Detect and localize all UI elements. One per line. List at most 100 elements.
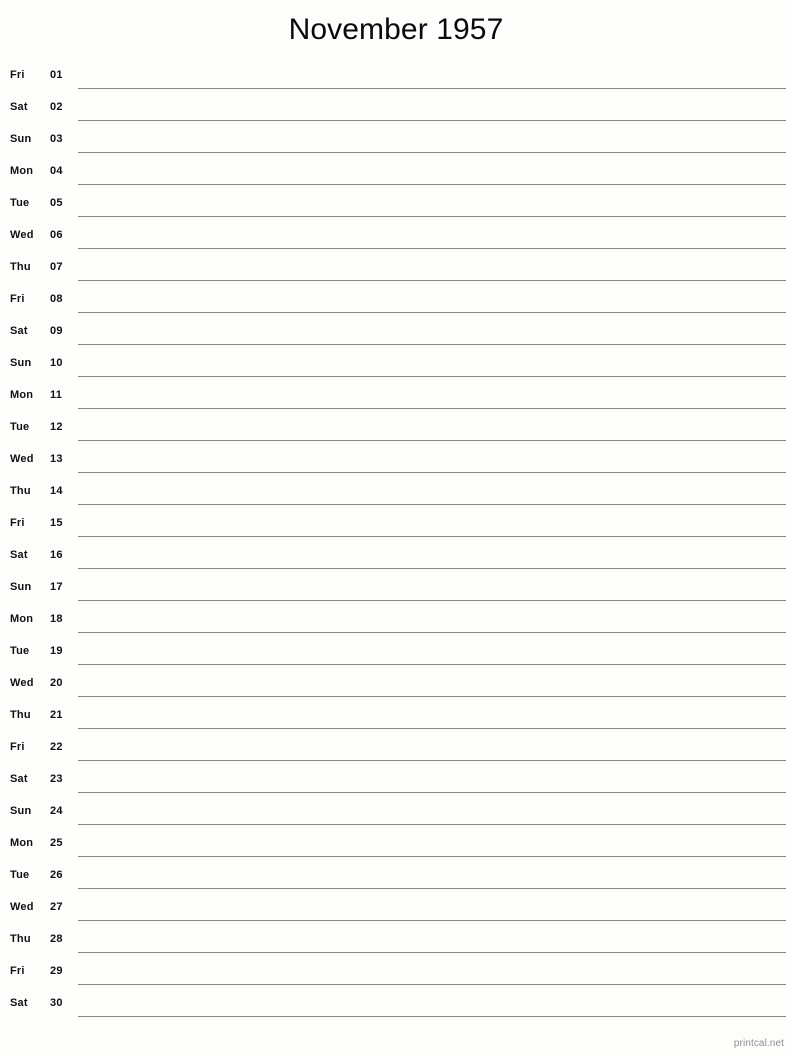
day-writing-line[interactable] (78, 696, 786, 697)
day-row[interactable]: Fri 22 (0, 734, 792, 766)
day-row[interactable]: Fri 08 (0, 286, 792, 318)
day-writing-line[interactable] (78, 824, 786, 825)
day-weekday-label: Sat (10, 325, 28, 337)
day-number-label: 24 (50, 805, 63, 817)
day-number-label: 05 (50, 197, 63, 209)
day-row[interactable]: Sat 09 (0, 318, 792, 350)
day-writing-line[interactable] (78, 856, 786, 857)
day-row[interactable]: Wed 20 (0, 670, 792, 702)
day-number-label: 23 (50, 773, 63, 785)
day-writing-line[interactable] (78, 88, 786, 89)
day-number-label: 29 (50, 965, 63, 977)
day-row[interactable]: Wed 27 (0, 894, 792, 926)
day-writing-line[interactable] (78, 792, 786, 793)
day-writing-line[interactable] (78, 120, 786, 121)
day-weekday-label: Mon (10, 389, 34, 401)
day-writing-line[interactable] (78, 664, 786, 665)
day-number-label: 12 (50, 421, 63, 433)
day-writing-line[interactable] (78, 568, 786, 569)
day-number-label: 27 (50, 901, 63, 913)
day-writing-line[interactable] (78, 472, 786, 473)
day-writing-line[interactable] (78, 312, 786, 313)
day-weekday-label: Mon (10, 165, 34, 177)
day-number-label: 19 (50, 645, 63, 657)
day-row[interactable]: Sun 10 (0, 350, 792, 382)
day-weekday-label: Tue (10, 197, 30, 209)
day-writing-line[interactable] (78, 280, 786, 281)
day-writing-line[interactable] (78, 376, 786, 377)
day-row[interactable]: Tue 26 (0, 862, 792, 894)
day-weekday-label: Thu (10, 709, 31, 721)
day-row-list: Fri 01 Sat 02 Sun 03 Mon 04 Tue 05 Wed 06 Thu 07 Fri 08… (0, 62, 792, 1022)
day-row[interactable]: Sat 23 (0, 766, 792, 798)
day-number-label: 07 (50, 261, 63, 273)
day-writing-line[interactable] (78, 536, 786, 537)
day-number-label: 28 (50, 933, 63, 945)
day-number-label: 14 (50, 485, 63, 497)
day-writing-line[interactable] (78, 728, 786, 729)
day-weekday-label: Sat (10, 773, 28, 785)
day-writing-line[interactable] (78, 248, 786, 249)
day-row[interactable]: Tue 12 (0, 414, 792, 446)
day-row[interactable]: Fri 29 (0, 958, 792, 990)
day-row[interactable]: Mon 04 (0, 158, 792, 190)
day-number-label: 06 (50, 229, 63, 241)
day-number-label: 01 (50, 69, 63, 81)
day-number-label: 20 (50, 677, 63, 689)
day-weekday-label: Tue (10, 869, 30, 881)
day-row[interactable]: Fri 01 (0, 62, 792, 94)
day-weekday-label: Fri (10, 741, 25, 753)
day-writing-line[interactable] (78, 408, 786, 409)
day-weekday-label: Sat (10, 549, 28, 561)
day-row[interactable]: Fri 15 (0, 510, 792, 542)
day-number-label: 03 (50, 133, 63, 145)
day-row[interactable]: Thu 07 (0, 254, 792, 286)
day-writing-line[interactable] (78, 216, 786, 217)
day-weekday-label: Wed (10, 677, 34, 689)
day-row[interactable]: Mon 11 (0, 382, 792, 414)
day-row[interactable]: Thu 14 (0, 478, 792, 510)
day-writing-line[interactable] (78, 600, 786, 601)
day-number-label: 21 (50, 709, 63, 721)
day-writing-line[interactable] (78, 632, 786, 633)
day-row[interactable]: Sat 02 (0, 94, 792, 126)
day-weekday-label: Wed (10, 901, 34, 913)
day-writing-line[interactable] (78, 760, 786, 761)
day-number-label: 10 (50, 357, 63, 369)
day-row[interactable]: Sat 30 (0, 990, 792, 1022)
day-row[interactable]: Sun 24 (0, 798, 792, 830)
day-writing-line[interactable] (78, 952, 786, 953)
day-writing-line[interactable] (78, 152, 786, 153)
day-writing-line[interactable] (78, 888, 786, 889)
day-row[interactable]: Sun 17 (0, 574, 792, 606)
day-writing-line[interactable] (78, 440, 786, 441)
calendar-page: November 1957 Fri 01 Sat 02 Sun 03 Mon 04 Tue 05 W… (0, 0, 792, 1056)
day-weekday-label: Sun (10, 357, 32, 369)
day-writing-line[interactable] (78, 984, 786, 985)
day-row[interactable]: Thu 28 (0, 926, 792, 958)
day-row[interactable]: Mon 25 (0, 830, 792, 862)
day-row[interactable]: Sun 03 (0, 126, 792, 158)
day-weekday-label: Sat (10, 101, 28, 113)
day-weekday-label: Sun (10, 581, 32, 593)
day-weekday-label: Thu (10, 261, 31, 273)
day-weekday-label: Sun (10, 133, 32, 145)
day-weekday-label: Mon (10, 837, 34, 849)
day-row[interactable]: Wed 13 (0, 446, 792, 478)
day-writing-line[interactable] (78, 344, 786, 345)
day-weekday-label: Tue (10, 421, 30, 433)
day-writing-line[interactable] (78, 920, 786, 921)
day-weekday-label: Tue (10, 645, 30, 657)
day-number-label: 26 (50, 869, 63, 881)
day-row[interactable]: Tue 19 (0, 638, 792, 670)
day-writing-line[interactable] (78, 504, 786, 505)
day-writing-line[interactable] (78, 184, 786, 185)
day-row[interactable]: Thu 21 (0, 702, 792, 734)
day-row[interactable]: Sat 16 (0, 542, 792, 574)
day-row[interactable]: Mon 18 (0, 606, 792, 638)
day-row[interactable]: Wed 06 (0, 222, 792, 254)
day-writing-line[interactable] (78, 1016, 786, 1017)
day-row[interactable]: Tue 05 (0, 190, 792, 222)
day-weekday-label: Sat (10, 997, 28, 1009)
day-weekday-label: Fri (10, 69, 25, 81)
